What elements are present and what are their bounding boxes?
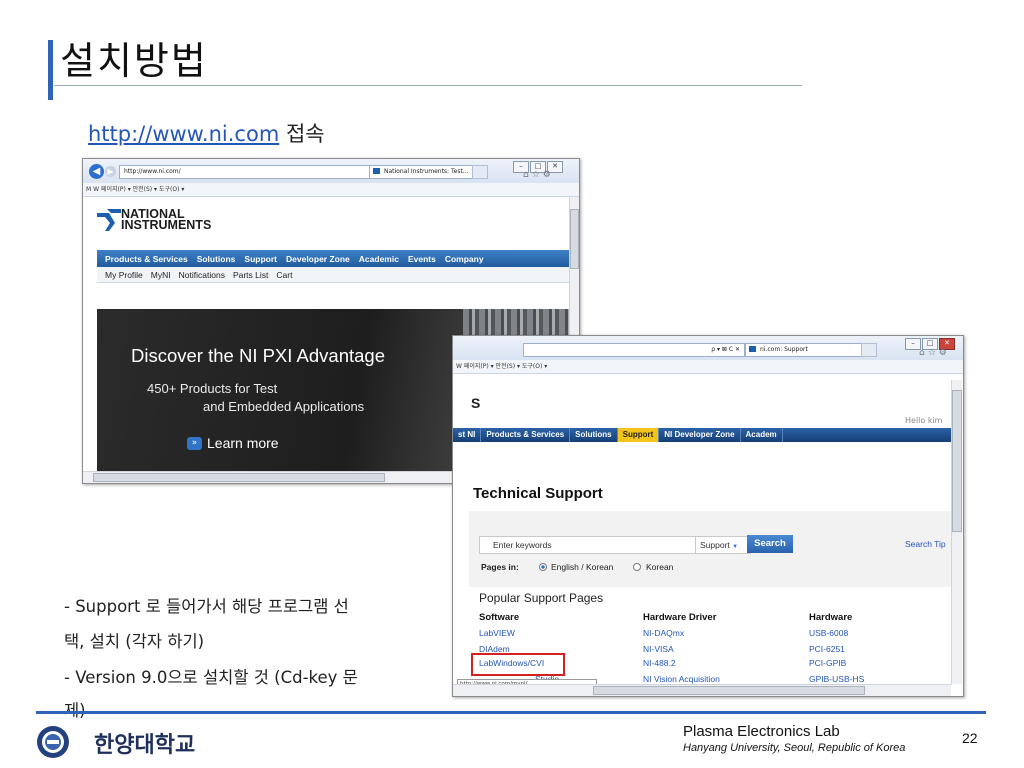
- link-ni-488-2[interactable]: NI-488.2: [643, 658, 676, 668]
- browser-tab[interactable]: ni.com: Support: [745, 343, 873, 357]
- page-number: 22: [962, 730, 978, 746]
- main-nav: Products & Services Solutions Support De…: [97, 250, 575, 267]
- link-ni-vision-acquisition[interactable]: NI Vision Acquisition: [643, 674, 720, 684]
- browser-window-ni-support: ρ ▾ ⊠ C ✕ ni.com: Support – □ ✕ ⌂☆⚙ W 페이…: [452, 335, 964, 697]
- note-line-4: 제): [64, 697, 86, 721]
- hero-subtitle-line2: and Embedded Applications: [203, 399, 365, 414]
- nav-solutions[interactable]: Solutions: [197, 254, 236, 264]
- forward-arrow-icon[interactable]: ▶: [105, 166, 116, 177]
- popular-pages-heading: Popular Support Pages: [479, 591, 604, 605]
- hero-subtitle-line1: 450+ Products for Test: [147, 381, 278, 396]
- scrollbar-thumb[interactable]: [593, 686, 865, 695]
- url-line: http://www.ni.com 접속: [88, 118, 325, 148]
- logo-line-instruments: INSTRUMENTS: [121, 218, 212, 232]
- ni-logo[interactable]: NATIONAL INSTRUMENTS: [121, 208, 212, 232]
- ni-favicon-icon: [373, 168, 380, 174]
- radio-label-korean: Korean: [646, 562, 674, 572]
- learn-more-link[interactable]: Learn more: [207, 435, 279, 451]
- nav-developer-zone[interactable]: NI Developer Zone: [659, 428, 741, 442]
- subnav-parts-list[interactable]: Parts List: [233, 270, 268, 280]
- home-star-gear-icons[interactable]: ⌂☆⚙: [919, 348, 950, 358]
- column-header-hardware: Hardware: [809, 612, 853, 623]
- hero-title: Discover the NI PXI Advantage: [131, 345, 385, 366]
- ni-logo-fragment: S: [471, 395, 481, 411]
- url-suffix: 접속: [285, 122, 325, 146]
- column-header-software: Software: [479, 612, 520, 623]
- ni-url-link[interactable]: http://www.ni.com: [88, 122, 279, 146]
- scrollbar-thumb[interactable]: [952, 390, 962, 532]
- window-controls: – □ ✕: [905, 338, 955, 350]
- university-name: 한양대학교: [94, 733, 196, 758]
- radio-korean[interactable]: [633, 563, 641, 571]
- note-line-1: - Support 로 들어가서 해당 프로그램 선: [64, 597, 349, 616]
- footer-divider: [36, 711, 986, 714]
- subnav-my-profile[interactable]: My Profile: [105, 270, 143, 280]
- browser-tab[interactable]: National Instruments: Test...: [369, 165, 485, 179]
- nav-company[interactable]: Company: [445, 254, 484, 264]
- main-nav: st NI Products & Services Solutions Supp…: [453, 428, 951, 442]
- search-scope-select[interactable]: Support ▼: [695, 536, 751, 554]
- new-tab-button[interactable]: [861, 343, 877, 357]
- greeting-text: Hello kim: [905, 416, 943, 425]
- link-pci-gpib[interactable]: PCI-GPIB: [809, 658, 846, 668]
- nav-about-ni[interactable]: st NI: [453, 428, 482, 442]
- sub-nav: My Profile MyNI Notifications Parts List…: [97, 267, 575, 283]
- search-button[interactable]: Search: [747, 535, 793, 553]
- title-divider: [54, 85, 802, 86]
- new-tab-button[interactable]: [472, 165, 488, 179]
- link-labview[interactable]: LabVIEW: [479, 628, 515, 638]
- technical-support-heading: Technical Support: [473, 485, 603, 502]
- home-star-gear-icons[interactable]: ⌂☆⚙: [523, 170, 554, 180]
- link-ni-daqmx[interactable]: NI-DAQmx: [643, 628, 684, 638]
- search-scope-value: Support: [700, 540, 730, 550]
- nav-solutions[interactable]: Solutions: [570, 428, 618, 442]
- column-header-hardware-driver: Hardware Driver: [643, 612, 717, 623]
- ni-favicon-icon: [749, 346, 756, 352]
- back-arrow-icon[interactable]: ◀: [89, 164, 104, 179]
- link-usb-6008[interactable]: USB-6008: [809, 628, 848, 638]
- subnav-cart[interactable]: Cart: [276, 270, 292, 280]
- link-pci-6251[interactable]: PCI-6251: [809, 644, 845, 654]
- search-input[interactable]: Enter keywords: [479, 536, 710, 554]
- nav-support[interactable]: Support: [244, 254, 277, 264]
- nav-products-services[interactable]: Products & Services: [481, 428, 571, 442]
- subnav-myni[interactable]: MyNI: [151, 270, 171, 280]
- favorites-bar: M W 페이지(P) ▾ 안전(S) ▾ 도구(O) ▾: [83, 183, 579, 197]
- dropdown-arrow-icon: ▼: [732, 544, 739, 550]
- search-tip-link[interactable]: Search Tip: [905, 539, 946, 549]
- nav-academic[interactable]: Academ: [741, 428, 783, 442]
- nav-support[interactable]: Support: [617, 428, 660, 442]
- address-bar[interactable]: ρ ▾ ⊠ C ✕: [523, 343, 745, 357]
- scrollbar-thumb[interactable]: [93, 473, 385, 482]
- lab-name: Plasma Electronics Lab: [683, 723, 840, 740]
- nav-academic[interactable]: Academic: [359, 254, 399, 264]
- subnav-notifications[interactable]: Notifications: [179, 270, 225, 280]
- pages-in-label: Pages in:: [481, 562, 519, 572]
- slide-title: 설치방법: [60, 39, 208, 83]
- note-line-3: - Version 9.0으로 설치할 것 (Cd-key 문: [64, 668, 358, 687]
- ni-logo-icon: [97, 209, 121, 231]
- scrollbar-thumb[interactable]: [570, 209, 579, 269]
- nav-events[interactable]: Events: [408, 254, 436, 264]
- radio-label-english-korean: English / Korean: [551, 562, 614, 572]
- favorites-bar: W 페이지(P) ▾ 안전(S) ▾ 도구(O) ▾: [453, 360, 963, 374]
- university-emblem-icon: [37, 726, 69, 758]
- nav-developer-zone[interactable]: Developer Zone: [286, 254, 350, 264]
- radio-english-korean[interactable]: [539, 563, 547, 571]
- nav-products-services[interactable]: Products & Services: [105, 254, 188, 264]
- lab-affiliation: Hanyang University, Seoul, Republic of K…: [683, 742, 906, 754]
- link-ni-visa[interactable]: NI-VISA: [643, 644, 674, 654]
- link-gpib-usb-hs[interactable]: GPIB-USB-HS: [809, 674, 864, 684]
- highlight-box-labwindows: [471, 653, 565, 676]
- double-chevron-icon[interactable]: »: [187, 437, 202, 450]
- title-accent-bar: [48, 40, 53, 100]
- note-line-2: 택, 설치 (각자 하기): [64, 632, 205, 651]
